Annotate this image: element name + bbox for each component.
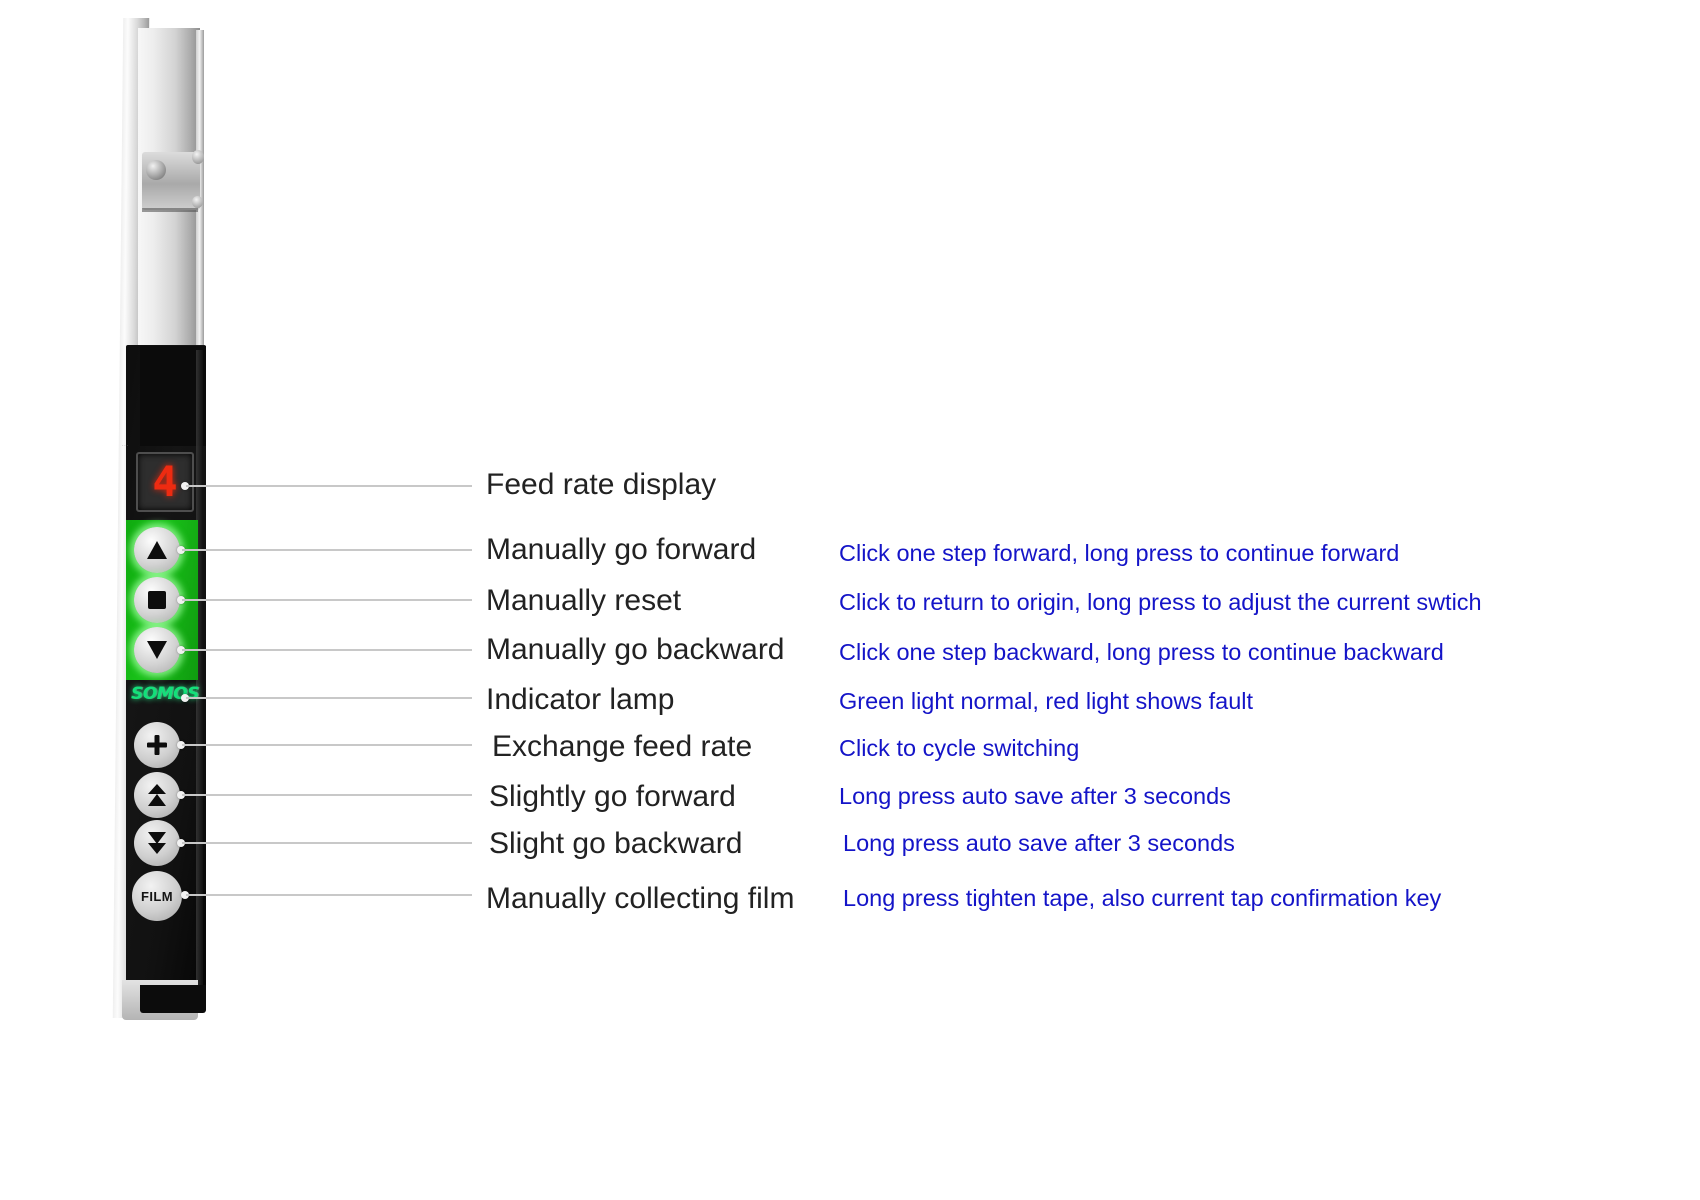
indicator-lamp-brand-logo: SOMOS [131,684,199,704]
label-feed-rate-display: Feed rate display [486,468,717,501]
callout-line-manually-go-backward [182,649,472,651]
triangle-down-icon [146,640,168,660]
callout-line-exchange-feed-rate [182,744,472,746]
label-manually-collecting-film: Manually collecting film [486,882,795,915]
machine-bolt-small-upper-icon [192,150,204,164]
film-text-icon: FILM [141,888,173,904]
plus-icon [145,733,169,757]
callout-line-indicator-lamp [186,697,472,699]
manually-go-backward-button[interactable] [134,627,180,673]
description-manually-go-forward: Click one step forward, long press to co… [839,540,1400,566]
description-manually-go-backward: Click one step backward, long press to c… [839,639,1444,665]
machine-bolt-small-lower-icon [192,196,203,208]
description-manually-reset: Click to return to origin, long press to… [839,589,1482,615]
label-exchange-feed-rate: Exchange feed rate [492,730,753,763]
callout-line-slightly-go-forward [182,794,472,796]
display-micro-print: ··· [122,443,129,449]
label-indicator-lamp: Indicator lamp [486,683,675,716]
manually-collecting-film-button[interactable]: FILM [132,871,182,921]
callout-line-manually-collecting-film [186,894,472,896]
label-slight-go-backward: Slight go backward [489,827,743,860]
square-stop-icon [147,590,167,610]
label-manually-go-backward: Manually go backward [486,633,785,666]
description-exchange-feed-rate: Click to cycle switching [839,735,1080,761]
slight-go-backward-button[interactable] [134,820,180,866]
callout-line-manually-go-forward [182,549,472,551]
machine-base-black-cover [140,985,206,1013]
callout-line-manually-reset [182,599,472,601]
description-slight-go-backward: Long press auto save after 3 seconds [843,830,1235,856]
description-manually-collecting-film: Long press tighten tape, also current ta… [843,885,1442,911]
slightly-go-forward-button[interactable] [134,772,180,818]
exchange-feed-rate-button[interactable] [134,722,180,768]
description-slightly-go-forward: Long press auto save after 3 seconds [839,783,1231,809]
label-manually-go-forward: Manually go forward [486,533,757,566]
machine-photo: ··· 4 SOMOS FILM [100,0,250,1060]
label-manually-reset: Manually reset [486,584,682,617]
machine-bolt-large-icon [146,160,166,180]
double-triangle-down-icon [146,831,168,855]
description-indicator-lamp: Green light normal, red light shows faul… [839,688,1254,714]
label-slightly-go-forward: Slightly go forward [489,780,736,813]
callout-line-feed-rate-display [186,485,472,487]
double-triangle-up-icon [146,783,168,807]
manually-go-forward-button[interactable] [134,527,180,573]
machine-panel-seam [142,208,198,212]
callout-line-slight-go-backward [182,842,472,844]
triangle-up-icon [146,540,168,560]
manually-reset-button[interactable] [134,577,180,623]
